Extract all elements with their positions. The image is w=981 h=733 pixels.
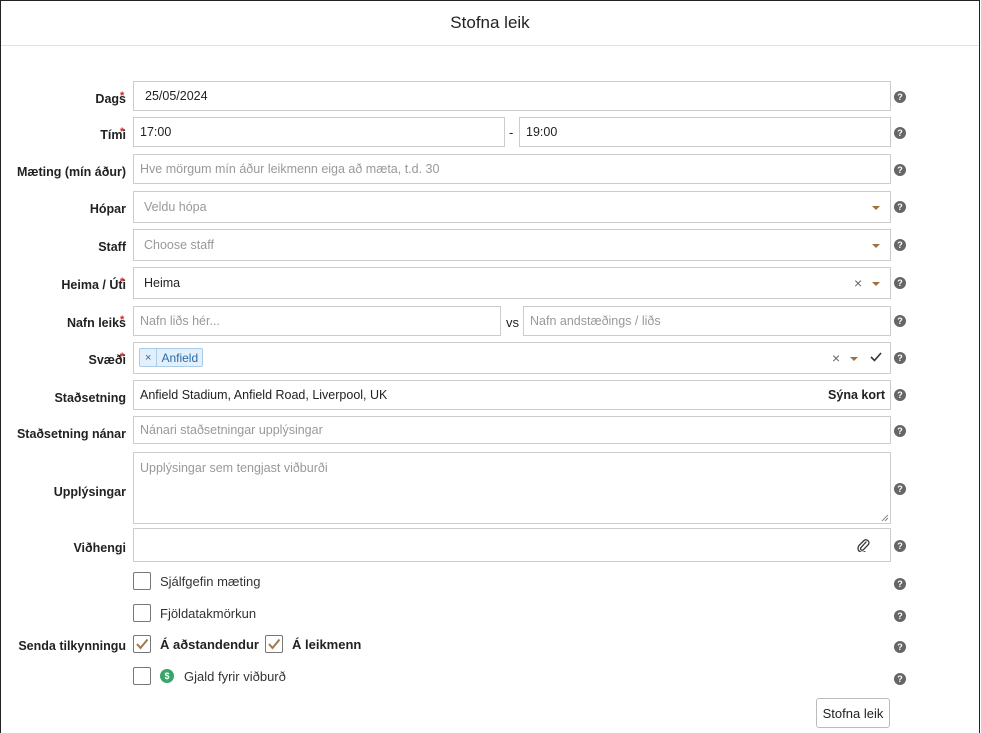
staff-chevron-down-icon [872,244,880,248]
game-name-help-icon[interactable]: ? [894,315,906,327]
area-required-mark: * [120,351,125,363]
opponent-name-input[interactable]: Nafn andstæðings / liðs [523,306,891,336]
location-value: Anfield Stadium, Anfield Road, Liverpool… [140,388,388,402]
game-name-required-mark: * [120,314,125,326]
home-away-required-mark: * [120,276,125,288]
fee-checkbox[interactable] [133,667,151,685]
notify-help-icon[interactable]: ? [894,641,906,653]
vs-text: vs [506,315,519,330]
area-chevron-down-icon [850,357,858,361]
area-confirm-check-icon[interactable] [869,350,883,364]
time-start-value: 17:00 [140,125,172,139]
area-tag-label: Anfield [161,350,199,365]
players-check-icon [268,638,281,650]
home-away-select[interactable]: Heima × [133,267,891,299]
location-detail-label: Staðsetning nánar [16,427,126,441]
info-help-icon[interactable]: ? [894,483,906,495]
groups-placeholder: Veldu hópa [144,200,207,214]
team-name-input[interactable]: Nafn liðs hér... [133,306,501,336]
home-away-help-icon[interactable]: ? [894,277,906,289]
date-input[interactable]: 25/05/2024 [133,81,891,111]
groups-chevron-down-icon [872,206,880,210]
attachment-label: Viðhengi [73,541,126,555]
location-detail-help-icon[interactable]: ? [894,425,906,437]
participant-limit-label: Fjöldatakmörkun [160,606,257,621]
paperclip-icon[interactable] [856,538,870,552]
default-attendance-help-icon[interactable]: ? [894,578,906,590]
time-required-mark: * [120,126,125,138]
notify-players-label: Á leikmenn [292,637,362,652]
arrival-placeholder: Hve mörgum mín áður leikmenn eiga að mæt… [140,162,440,176]
notify-guardians-label: Á aðstandendur [160,637,259,652]
home-away-value: Heima [144,276,181,290]
location-help-icon[interactable]: ? [894,389,906,401]
time-help-icon[interactable]: ? [894,127,906,139]
money-icon: $ [160,669,174,683]
create-game-button[interactable]: Stofna leik [816,698,890,728]
home-away-label: Heima / Úti [61,278,126,292]
staff-placeholder: Choose staff [144,238,214,252]
time-end-input[interactable]: 19:00 [519,117,891,147]
groups-select[interactable]: Veldu hópa [133,191,891,223]
arrival-label: Mæting (mín áður) [16,165,126,179]
area-clear-icon[interactable]: × [832,350,840,366]
game-name-label: Nafn leiks [66,316,126,330]
notify-guardians-checkbox[interactable] [133,635,151,653]
location-detail-input[interactable]: Nánari staðsetningar upplýsingar [133,416,891,444]
modal-title: Stofna leik [450,13,530,32]
opponent-name-placeholder: Nafn andstæðings / liðs [530,314,661,328]
default-attendance-checkbox[interactable] [133,572,151,590]
notify-players-checkbox[interactable] [265,635,283,653]
participant-limit-help-icon[interactable]: ? [894,610,906,622]
location-input[interactable]: Anfield Stadium, Anfield Road, Liverpool… [133,380,891,410]
modal-header: Stofna leik [1,1,979,46]
time-start-input[interactable]: 17:00 [133,117,505,147]
groups-label: Hópar [89,202,126,216]
location-detail-placeholder: Nánari staðsetningar upplýsingar [140,423,323,437]
arrival-input[interactable]: Hve mörgum mín áður leikmenn eiga að mæt… [133,154,891,184]
attachment-help-icon[interactable]: ? [894,540,906,552]
date-help-icon[interactable]: ? [894,91,906,103]
location-label: Staðsetning [54,391,126,405]
staff-select[interactable]: Choose staff [133,229,891,261]
info-label: Upplýsingar [53,485,126,499]
area-help-icon[interactable]: ? [894,352,906,364]
staff-help-icon[interactable]: ? [894,239,906,251]
staff-label: Staff [98,240,126,254]
show-map-link[interactable]: Sýna kort [828,388,885,402]
arrival-help-icon[interactable]: ? [894,164,906,176]
fee-label: Gjald fyrir viðburð [184,669,286,684]
time-end-value: 19:00 [526,125,558,139]
home-away-clear-icon[interactable]: × [854,275,862,291]
date-required-mark: * [120,90,125,102]
notify-label: Senda tilkynningu [18,639,126,653]
home-away-chevron-down-icon [872,282,880,286]
attachment-input[interactable] [133,528,891,562]
area-tag-remove-icon[interactable]: × [140,349,158,366]
team-name-placeholder: Nafn liðs hér... [140,314,220,328]
info-placeholder: Upplýsingar sem tengjast viðburði [140,461,328,475]
area-select[interactable]: × [133,342,891,374]
resize-handle-icon[interactable] [881,514,889,522]
groups-help-icon[interactable]: ? [894,201,906,213]
time-separator: - [509,125,514,140]
date-value: 25/05/2024 [145,89,208,103]
fee-help-icon[interactable]: ? [894,673,906,685]
info-textarea[interactable]: Upplýsingar sem tengjast viðburði [133,452,891,524]
participant-limit-checkbox[interactable] [133,604,151,622]
guardians-check-icon [136,638,149,650]
default-attendance-label: Sjálfgefin mæting [160,574,261,589]
area-tag-anfield: × Anfield [139,348,204,367]
